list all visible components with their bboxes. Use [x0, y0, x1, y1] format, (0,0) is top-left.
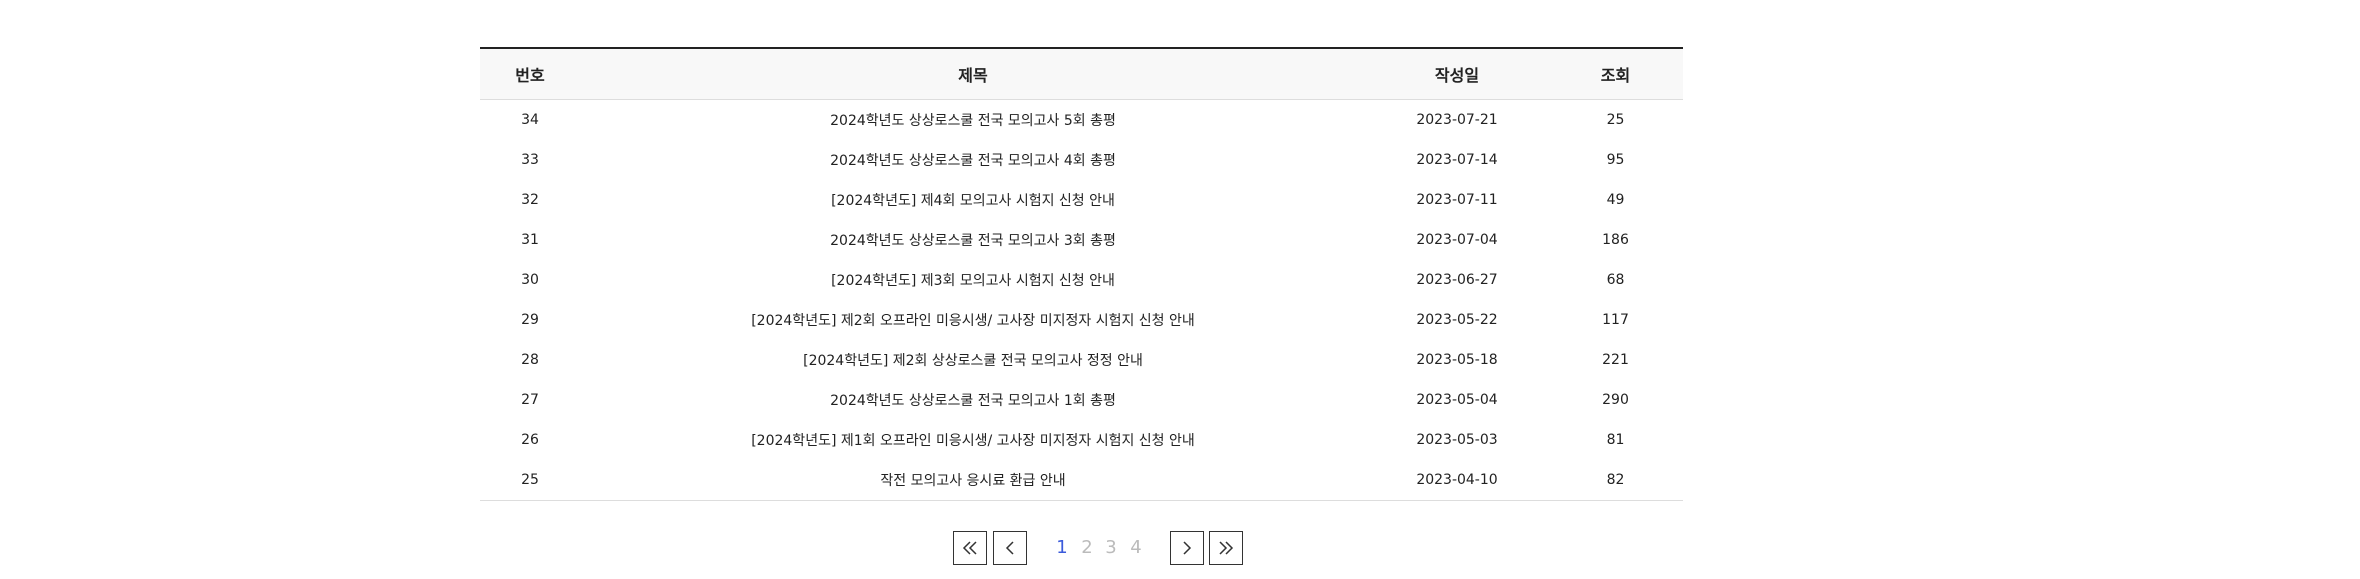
row-date: 2023-07-14	[1416, 152, 1498, 168]
table-header: 번호 제목 작성일 조회	[480, 48, 1683, 100]
row-no: 34	[521, 112, 539, 128]
row-views: 290	[1602, 392, 1629, 408]
row-title-link[interactable]: [2024학년도] 제3회 모의고사 시험지 신청 안내	[831, 273, 1115, 289]
header-views: 조회	[1600, 66, 1631, 85]
table-row[interactable]: 25 작전 모의고사 응시료 환급 안내 2023-04-10 82	[480, 460, 1683, 501]
next-page-button[interactable]	[1170, 531, 1204, 565]
row-views: 221	[1602, 352, 1629, 368]
row-title-link[interactable]: [2024학년도] 제4회 모의고사 시험지 신청 안내	[831, 193, 1115, 209]
row-title-link[interactable]: 작전 모의고사 응시료 환급 안내	[880, 473, 1065, 489]
row-title-cell: [2024학년도] 제2회 상상로스쿨 전국 모의고사 정정 안내	[580, 340, 1366, 380]
first-page-button[interactable]	[953, 531, 987, 565]
header-title: 제목	[958, 66, 988, 85]
last-page-button[interactable]	[1209, 531, 1243, 565]
header-no: 번호	[515, 66, 545, 85]
row-title-cell: [2024학년도] 제4회 모의고사 시험지 신청 안내	[580, 180, 1366, 220]
page-link-1[interactable]: 1	[1052, 531, 1072, 565]
row-date: 2023-07-21	[1416, 112, 1498, 128]
row-title-cell: [2024학년도] 제2회 오프라인 미응시생/ 고사장 미지정자 시험지 신청…	[580, 300, 1366, 340]
table-header-row: 번호 제목 작성일 조회	[480, 48, 1683, 100]
row-date: 2023-06-27	[1416, 272, 1498, 288]
row-title-link[interactable]: 2024학년도 상상로스쿨 전국 모의고사 3회 총평	[830, 233, 1116, 249]
row-no: 28	[521, 352, 539, 368]
row-no: 30	[521, 272, 539, 288]
row-title-cell: 2024학년도 상상로스쿨 전국 모의고사 1회 총평	[580, 380, 1366, 420]
page-link-3[interactable]: 3	[1101, 531, 1121, 565]
row-views: 49	[1606, 192, 1625, 208]
double-chevron-left-icon	[962, 541, 978, 555]
table-row[interactable]: 28 [2024학년도] 제2회 상상로스쿨 전국 모의고사 정정 안내 202…	[480, 340, 1683, 380]
row-views: 25	[1606, 112, 1625, 128]
page-link-4[interactable]: 4	[1126, 531, 1146, 565]
pagination: 1 2 3 4	[0, 531, 2360, 567]
row-views: 117	[1602, 312, 1629, 328]
row-views: 186	[1602, 232, 1629, 248]
page-link-2[interactable]: 2	[1077, 531, 1097, 565]
row-views: 68	[1606, 272, 1625, 288]
row-no: 25	[480, 460, 580, 501]
notice-table: 번호 제목 작성일 조회 34 2024학년도 상상로스쿨 전국 모의고사 5회…	[480, 47, 1683, 501]
row-date: 2023-05-04	[1416, 392, 1498, 408]
row-no: 26	[521, 432, 539, 448]
row-no: 27	[521, 392, 539, 408]
row-title-cell: 2024학년도 상상로스쿨 전국 모의고사 4회 총평	[580, 140, 1366, 180]
double-chevron-right-icon	[1218, 541, 1234, 555]
row-title-cell: 2024학년도 상상로스쿨 전국 모의고사 5회 총평	[580, 100, 1366, 141]
row-no: 32	[521, 192, 539, 208]
row-title-link[interactable]: [2024학년도] 제1회 오프라인 미응시생/ 고사장 미지정자 시험지 신청…	[751, 433, 1195, 449]
row-no: 33	[521, 152, 539, 168]
row-date: 2023-07-11	[1416, 192, 1498, 208]
table-row[interactable]: 30 [2024학년도] 제3회 모의고사 시험지 신청 안내 2023-06-…	[480, 260, 1683, 300]
row-date: 2023-05-18	[1416, 352, 1498, 368]
table-row[interactable]: 34 2024학년도 상상로스쿨 전국 모의고사 5회 총평 2023-07-2…	[480, 100, 1683, 141]
table-body: 34 2024학년도 상상로스쿨 전국 모의고사 5회 총평 2023-07-2…	[480, 100, 1683, 501]
row-views: 82	[1548, 460, 1683, 501]
row-title-cell: [2024학년도] 제1회 오프라인 미응시생/ 고사장 미지정자 시험지 신청…	[580, 420, 1366, 460]
row-title-cell: [2024학년도] 제3회 모의고사 시험지 신청 안내	[580, 260, 1366, 300]
row-title-link[interactable]: 2024학년도 상상로스쿨 전국 모의고사 5회 총평	[830, 113, 1116, 129]
table-row[interactable]: 33 2024학년도 상상로스쿨 전국 모의고사 4회 총평 2023-07-1…	[480, 140, 1683, 180]
chevron-left-icon	[1005, 541, 1015, 555]
row-title-cell: 2024학년도 상상로스쿨 전국 모의고사 3회 총평	[580, 220, 1366, 260]
chevron-right-icon	[1182, 541, 1192, 555]
row-views: 81	[1606, 432, 1625, 448]
row-title-link[interactable]: [2024학년도] 제2회 상상로스쿨 전국 모의고사 정정 안내	[803, 353, 1143, 369]
notice-board: 번호 제목 작성일 조회 34 2024학년도 상상로스쿨 전국 모의고사 5회…	[480, 47, 1683, 501]
table-row[interactable]: 29 [2024학년도] 제2회 오프라인 미응시생/ 고사장 미지정자 시험지…	[480, 300, 1683, 340]
table-row[interactable]: 27 2024학년도 상상로스쿨 전국 모의고사 1회 총평 2023-05-0…	[480, 380, 1683, 420]
table-row[interactable]: 26 [2024학년도] 제1회 오프라인 미응시생/ 고사장 미지정자 시험지…	[480, 420, 1683, 460]
row-title-cell: 작전 모의고사 응시료 환급 안내	[580, 460, 1366, 501]
row-title-link[interactable]: 2024학년도 상상로스쿨 전국 모의고사 4회 총평	[830, 153, 1116, 169]
table-row[interactable]: 32 [2024학년도] 제4회 모의고사 시험지 신청 안내 2023-07-…	[480, 180, 1683, 220]
prev-page-button[interactable]	[993, 531, 1027, 565]
row-title-link[interactable]: [2024학년도] 제2회 오프라인 미응시생/ 고사장 미지정자 시험지 신청…	[751, 313, 1195, 329]
row-date: 2023-05-03	[1416, 432, 1498, 448]
row-no: 31	[521, 232, 539, 248]
row-views: 95	[1606, 152, 1625, 168]
row-no: 29	[521, 312, 539, 328]
table-row[interactable]: 31 2024학년도 상상로스쿨 전국 모의고사 3회 총평 2023-07-0…	[480, 220, 1683, 260]
row-title-link[interactable]: 2024학년도 상상로스쿨 전국 모의고사 1회 총평	[830, 393, 1116, 409]
row-date: 2023-05-22	[1416, 312, 1498, 328]
row-date: 2023-07-04	[1416, 232, 1498, 248]
row-date: 2023-04-10	[1366, 460, 1548, 501]
header-date: 작성일	[1434, 66, 1480, 85]
